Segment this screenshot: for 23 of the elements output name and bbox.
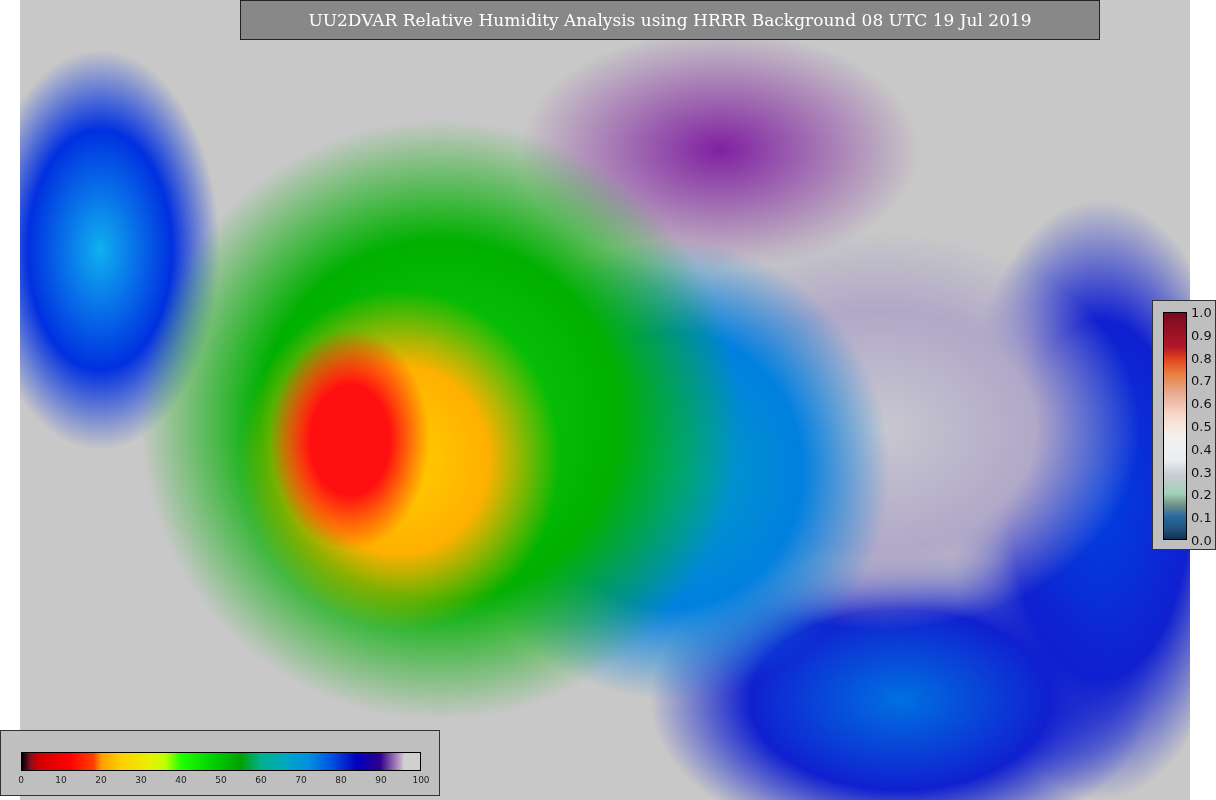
tick-label: 70 xyxy=(295,775,307,785)
tick-label: 0.7 xyxy=(1191,372,1212,388)
tick-label: 0.3 xyxy=(1191,464,1212,480)
tick-label: 0.8 xyxy=(1191,350,1212,366)
tick-label: 0.1 xyxy=(1191,509,1212,525)
tick-label: 0 xyxy=(18,775,24,785)
tick-label: 0.4 xyxy=(1191,441,1212,457)
tick-label: 90 xyxy=(375,775,387,785)
tick-label: 60 xyxy=(255,775,267,785)
tick-label: 0.2 xyxy=(1191,486,1212,502)
tick-label: 1.0 xyxy=(1191,304,1212,320)
tick-label: 0.9 xyxy=(1191,327,1212,343)
map-title: UU2DVAR Relative Humidity Analysis using HRRR Background 08 UTC 19 Jul 2019 xyxy=(240,0,1100,40)
tick-label: 10 xyxy=(55,775,67,785)
tick-label: 20 xyxy=(95,775,107,785)
tick-label: 0.0 xyxy=(1191,532,1212,548)
tick-label: 40 xyxy=(175,775,187,785)
tick-label: 100 xyxy=(412,775,430,785)
tick-label: 30 xyxy=(135,775,147,785)
tick-label: 0.5 xyxy=(1191,418,1212,434)
tick-label: 0.6 xyxy=(1191,395,1212,411)
tick-label: 80 xyxy=(335,775,347,785)
tick-label: 50 xyxy=(215,775,227,785)
